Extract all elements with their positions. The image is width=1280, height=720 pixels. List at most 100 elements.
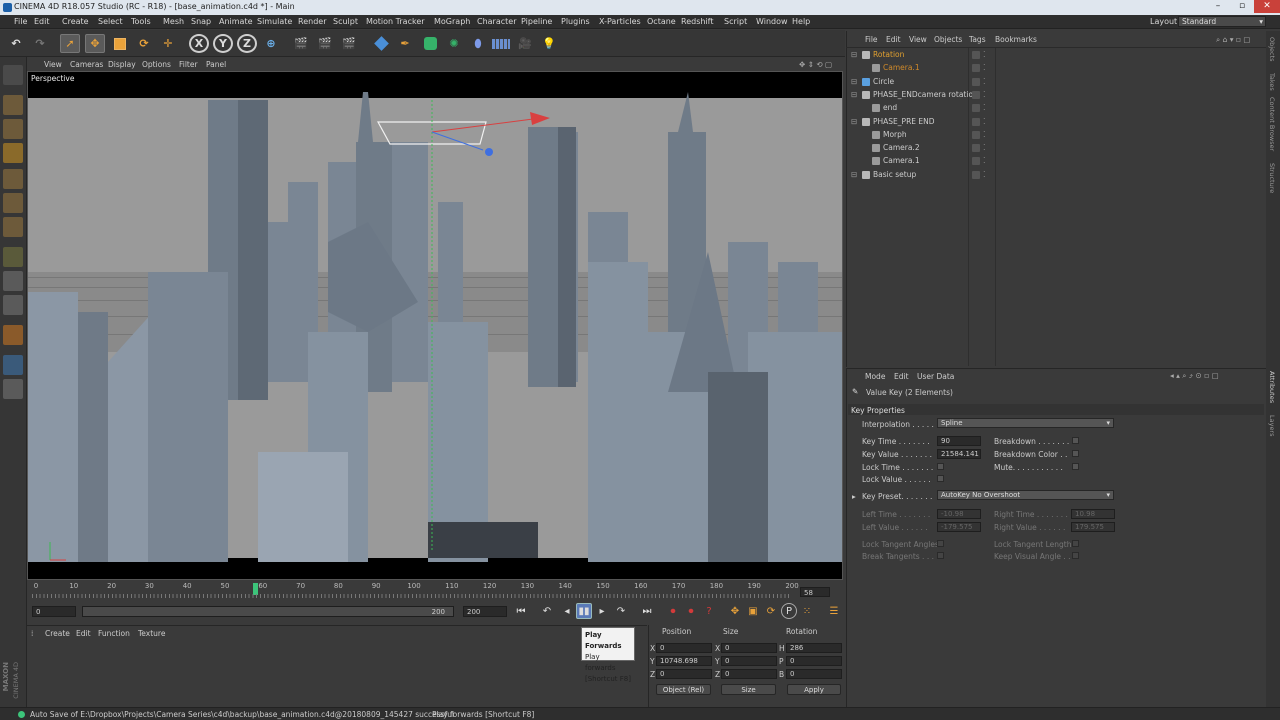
side-tab-layers[interactable]: Layers — [1268, 415, 1276, 437]
texture-mode-icon[interactable] — [3, 119, 23, 139]
record-point-level-icon[interactable]: ⁙ — [799, 603, 815, 619]
render-picture-viewer-icon[interactable]: 🎬 — [315, 34, 335, 53]
timeline-ruler[interactable]: 0 10 20 30 40 50 60 70 80 90 100 110 120 130 140 150 160… — [32, 582, 799, 600]
coord-mode-dropdown[interactable]: Object (Rel) — [656, 684, 711, 695]
size-x-field[interactable]: 0 — [721, 643, 777, 653]
visibility-toggle[interactable] — [972, 144, 980, 153]
next-key-icon[interactable]: ↷ — [613, 603, 629, 619]
rotation-p-field[interactable]: 0 — [786, 656, 842, 666]
viewport-3d[interactable]: Perspective — [27, 71, 843, 580]
render-settings-icon[interactable]: 🎬 — [339, 34, 359, 53]
right-time-field[interactable]: 10.98 — [1071, 509, 1115, 519]
menu-item-7[interactable]: Animate — [219, 17, 253, 26]
size-y-field[interactable]: 0 — [721, 656, 777, 666]
menu-item-19[interactable]: Script — [724, 17, 747, 26]
menu-item-4[interactable]: Tools — [131, 17, 151, 26]
expand-toggle-icon[interactable]: ⊟ — [851, 117, 857, 126]
render-dots-icon[interactable]: ⁚ — [983, 117, 986, 126]
render-dots-icon[interactable]: ⁚ — [983, 103, 986, 112]
right-value-field[interactable]: 179.575 — [1071, 522, 1115, 532]
menu-item-3[interactable]: Select — [98, 17, 123, 26]
render-dots-icon[interactable]: ⁚ — [983, 50, 986, 59]
range-slider[interactable]: 200 — [82, 606, 454, 617]
menu-item-21[interactable]: Help — [792, 17, 810, 26]
position-y-field[interactable]: 10748.698 — [656, 656, 712, 666]
visibility-toggle[interactable] — [972, 64, 980, 73]
breakdown-color-checkbox[interactable] — [1072, 450, 1079, 457]
menu-item-14[interactable]: Pipeline — [521, 17, 552, 26]
solo-mode-icon[interactable] — [3, 355, 23, 375]
rotate-icon[interactable]: ⟳ — [134, 34, 154, 53]
expand-toggle-icon[interactable]: ⊟ — [851, 50, 857, 59]
object-row[interactable]: Camera.1 ⁚ — [848, 62, 1266, 75]
menu-item-5[interactable]: Mesh — [163, 17, 184, 26]
menu-item-18[interactable]: Redshift — [681, 17, 713, 26]
left-time-field[interactable]: -10.98 — [937, 509, 981, 519]
side-tab-takes[interactable]: Takes — [1268, 73, 1276, 91]
key-time-field[interactable]: 90 — [937, 436, 981, 446]
menu-item-20[interactable]: Window — [756, 17, 788, 26]
menu-item-17[interactable]: Octane — [647, 17, 676, 26]
redo-icon[interactable]: ↷ — [30, 34, 50, 53]
grid-icon[interactable] — [3, 379, 23, 399]
material-menu-texture[interactable]: Texture — [138, 629, 165, 638]
lock-tangent-lengths-checkbox[interactable] — [1072, 540, 1079, 547]
current-frame-field[interactable]: 58 — [800, 587, 830, 597]
live-select-icon[interactable]: ✛ — [158, 34, 178, 53]
object-row[interactable]: end ⁚ — [848, 102, 1266, 115]
viewport-menu-filter[interactable]: Filter — [179, 60, 198, 69]
menu-item-2[interactable]: Create — [62, 17, 89, 26]
object-row[interactable]: Morph ⁚ — [848, 129, 1266, 142]
menu-item-10[interactable]: Sculpt — [333, 17, 358, 26]
material-menu-create[interactable]: Create — [45, 629, 70, 638]
keyframe-selection-icon[interactable]: ? — [701, 603, 717, 619]
render-dots-icon[interactable]: ⁚ — [983, 130, 986, 139]
previous-key-icon[interactable]: ↶ — [539, 603, 555, 619]
material-menu-edit[interactable]: Edit — [76, 629, 91, 638]
break-tangents-checkbox[interactable] — [937, 552, 944, 559]
object-name[interactable]: Camera.2 — [883, 143, 920, 152]
record-active-objects-icon[interactable]: ⏺ — [665, 603, 681, 619]
world-coord-icon[interactable]: ⊕ — [261, 34, 281, 53]
y-axis-icon[interactable]: Y — [213, 34, 233, 53]
record-scale-icon[interactable]: ▣ — [745, 603, 761, 619]
scale-icon[interactable] — [110, 34, 130, 53]
object-row[interactable]: ⊟ Basic setup ⁚ — [848, 169, 1266, 182]
visibility-toggle[interactable] — [972, 157, 980, 166]
expand-toggle-icon[interactable]: ⊟ — [851, 170, 857, 179]
tweak-mode-icon[interactable] — [3, 271, 23, 291]
side-tab-content-browser[interactable]: Content Browser — [1268, 97, 1276, 151]
object-name[interactable]: Morph — [883, 130, 907, 139]
viewport-menu-display[interactable]: Display — [108, 60, 136, 69]
points-mode-icon[interactable] — [3, 169, 23, 189]
viewport-menu-panel[interactable]: Panel — [206, 60, 226, 69]
make-editable-icon[interactable] — [3, 65, 23, 85]
render-dots-icon[interactable]: ⁚ — [983, 63, 986, 72]
render-dots-icon[interactable]: ⁚ — [983, 156, 986, 165]
object-row[interactable]: ⊟ Circle ⁚ — [848, 76, 1266, 89]
lock-time-checkbox[interactable] — [937, 463, 944, 470]
viewport-menu-options[interactable]: Options — [142, 60, 171, 69]
side-tab-objects[interactable]: Objects — [1268, 37, 1276, 62]
object-row[interactable]: ⊟ PHASE_ENDcamera rotation ⁚ — [848, 89, 1266, 102]
obj-menu-objects[interactable]: Objects — [934, 35, 962, 44]
render-dots-icon[interactable]: ⁚ — [983, 143, 986, 152]
attr-nav-icons[interactable]: ◂ ▴ ⌕ ⤴ ⊙ ▫ ▢ — [1170, 371, 1219, 381]
object-row[interactable]: ⊟ PHASE_PRE END ⁚ — [848, 116, 1266, 129]
menu-item-1[interactable]: Edit — [34, 17, 50, 26]
breakdown-checkbox[interactable] — [1072, 437, 1079, 444]
position-x-field[interactable]: 0 — [656, 643, 712, 653]
play-forwards-button[interactable]: ▮▮ — [576, 603, 592, 619]
workplane-lock-icon[interactable] — [3, 325, 23, 345]
record-parameter-icon[interactable]: P — [781, 603, 797, 619]
left-value-field[interactable]: -179.575 — [937, 522, 981, 532]
camera-icon[interactable]: 🎥 — [515, 34, 535, 53]
menu-item-8[interactable]: Simulate — [257, 17, 292, 26]
deformer-icon[interactable]: ⬮ — [468, 34, 488, 53]
menu-item-12[interactable]: MoGraph — [434, 17, 470, 26]
key-preset-dropdown[interactable]: AutoKey No Overshoot ▾ — [937, 490, 1114, 500]
next-frame-icon[interactable]: ▸ — [594, 603, 610, 619]
visibility-toggle[interactable] — [972, 90, 980, 99]
go-to-end-icon[interactable]: ⏭ — [639, 603, 655, 619]
lock-value-checkbox[interactable] — [937, 475, 944, 482]
